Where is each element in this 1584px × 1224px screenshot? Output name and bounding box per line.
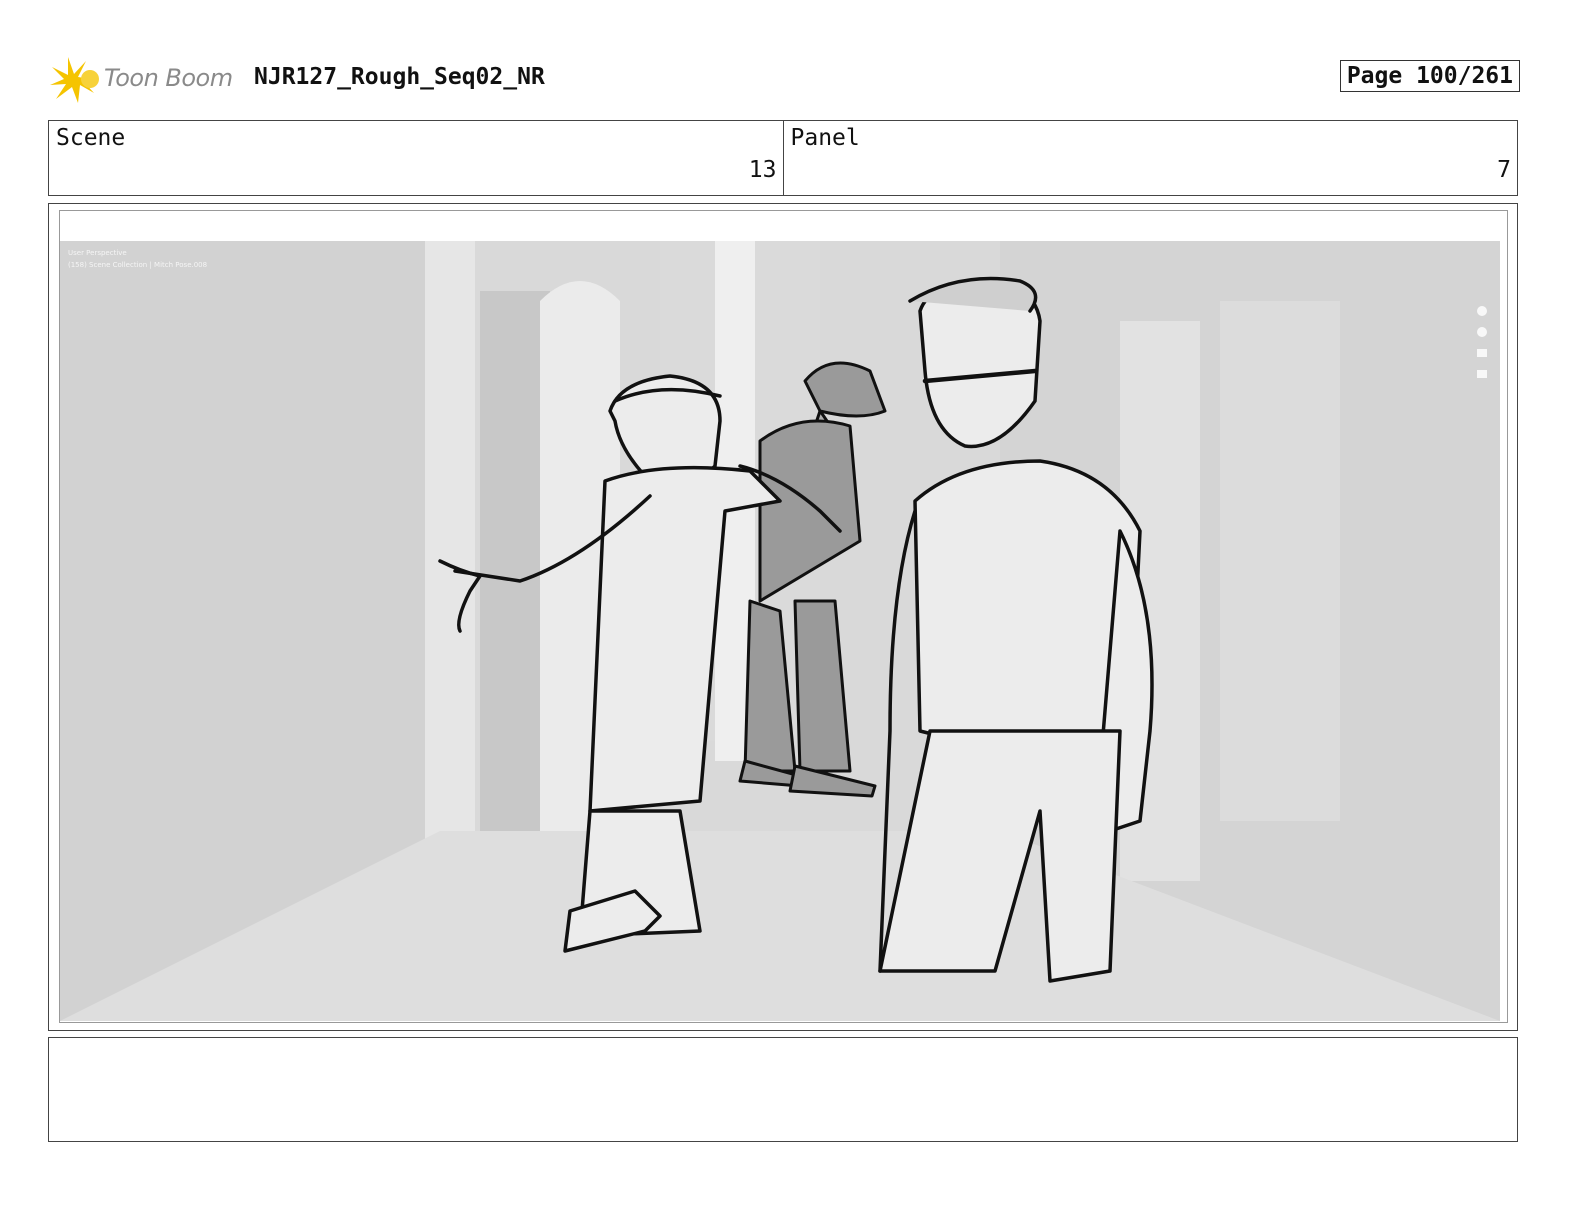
- page-header: Toon Boom NJR127_Rough_Seq02_NR Page 100…: [48, 55, 1538, 105]
- panel-label: Panel: [790, 125, 860, 151]
- scene-panel-info: Scene 13 Panel 7: [48, 120, 1518, 196]
- hand-pan-icon: [1477, 327, 1487, 337]
- zoom-icon: [1477, 306, 1487, 316]
- document-title: NJR127_Rough_Seq02_NR: [254, 64, 545, 90]
- toon-boom-logo: Toon Boom: [48, 55, 248, 105]
- grid-icon: [1477, 370, 1487, 378]
- page-indicator: Page 100/261: [1339, 60, 1520, 92]
- storyboard-panel-frame: User Perspective (158) Scene Collection …: [48, 203, 1518, 1031]
- starburst-icon: [50, 57, 99, 103]
- camera-icon: [1477, 349, 1487, 357]
- panel-notes-box[interactable]: [48, 1037, 1518, 1142]
- panel-number: 7: [1497, 157, 1511, 183]
- storyboard-panel-image: User Perspective (158) Scene Collection …: [59, 210, 1508, 1023]
- scene-cell: Scene 13: [49, 121, 783, 195]
- panel-cell: Panel 7: [782, 121, 1518, 195]
- scene-label: Scene: [56, 125, 126, 151]
- scene-number: 13: [748, 157, 777, 183]
- panel-sketch: User Perspective (158) Scene Collection …: [60, 241, 1500, 1021]
- viewport-overlay-line2: (158) Scene Collection | Mitch Pose.008: [68, 261, 207, 269]
- viewport-overlay-line1: User Perspective: [68, 249, 127, 257]
- logo-text: Toon Boom: [104, 64, 233, 92]
